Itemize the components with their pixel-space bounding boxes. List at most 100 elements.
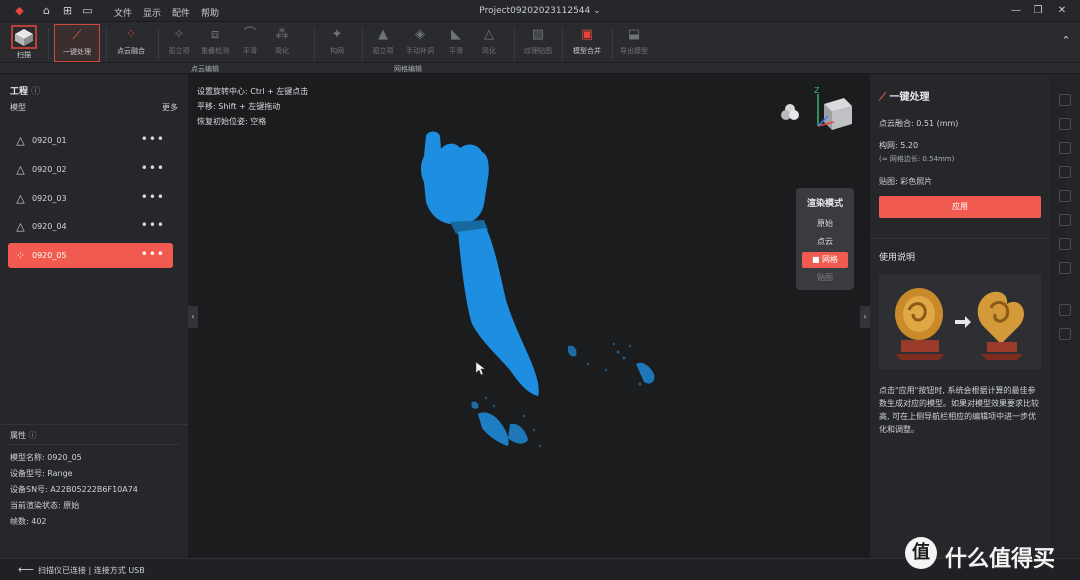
magic-wand-icon: ⟋ bbox=[72, 28, 82, 43]
rail-tool-icon[interactable] bbox=[1059, 238, 1071, 250]
title-bar: ◆ ⌂ ⊞ ▭ 文件 显示 配件 帮助 Project0920202311254… bbox=[0, 0, 1080, 22]
collapse-toolbar-icon[interactable]: ⌃ bbox=[1058, 34, 1074, 50]
maximize-button[interactable]: ❐ bbox=[1030, 4, 1046, 18]
texture-param: 贴图: 彩色照片 bbox=[879, 177, 933, 186]
overlap-detect-button[interactable]: ⧈ 重叠检测 bbox=[198, 24, 232, 62]
render-option-mesh[interactable]: ■ 网格 bbox=[802, 252, 848, 268]
mesh-outlier-button[interactable]: ▲ 孤立项 bbox=[368, 24, 398, 62]
one-click-button[interactable]: ⟋ 一键处理 bbox=[54, 24, 100, 62]
export-label: 导出模型 bbox=[620, 47, 648, 55]
mesh-simplify-label: 简化 bbox=[482, 47, 496, 55]
info-icon[interactable]: ⓘ bbox=[31, 87, 40, 97]
more-options-icon[interactable]: ••• bbox=[141, 218, 165, 232]
panel-title-text: 一键处理 bbox=[889, 92, 930, 103]
mesh-smooth-button[interactable]: ◣ 平滑 bbox=[442, 24, 470, 62]
one-click-panel: ⟋ 一键处理 点云融合: 0.51 (mm) 构网: 5.20 (≈ 网格边长:… bbox=[870, 74, 1050, 558]
simplify-icon: ⁂ bbox=[275, 27, 289, 42]
more-options-icon[interactable]: ••• bbox=[141, 132, 165, 146]
rail-tool-icon[interactable] bbox=[1059, 142, 1071, 154]
collapse-right-panel-button[interactable]: › bbox=[860, 306, 870, 328]
mesh-smooth-label: 平滑 bbox=[449, 47, 463, 55]
rail-tool-icon[interactable] bbox=[1059, 94, 1071, 106]
minimize-button[interactable]: — bbox=[1008, 4, 1024, 18]
mesh-model-icon: △ bbox=[16, 192, 25, 205]
divider bbox=[314, 28, 315, 60]
model-item[interactable]: △ 0920_02 ••• bbox=[8, 157, 173, 182]
rail-tool-icon[interactable] bbox=[1059, 118, 1071, 130]
render-option-mesh-label: 网格 bbox=[822, 255, 839, 264]
magic-wand-icon: ⟋ bbox=[879, 92, 886, 103]
texture-button[interactable]: ▨ 纹理贴图 bbox=[520, 24, 556, 62]
3d-viewport[interactable]: 设置旋转中心: Ctrl + 左键点击 平移: Shift + 左键拖动 恢复初… bbox=[188, 74, 870, 558]
more-link[interactable]: 更多 bbox=[162, 102, 178, 113]
smooth-icon: ⌒ bbox=[243, 27, 257, 42]
close-button[interactable]: ✕ bbox=[1054, 4, 1070, 18]
rail-tool-icon[interactable] bbox=[1059, 166, 1071, 178]
toolbar-divider bbox=[0, 62, 1080, 63]
point-fuse-button[interactable]: ⁘ 点云融合 bbox=[112, 24, 150, 62]
divider bbox=[362, 28, 363, 60]
prop-frame-count: 帧数: 402 bbox=[10, 517, 47, 526]
manual-fill-label: 手动补洞 bbox=[406, 47, 434, 55]
divider bbox=[562, 28, 563, 60]
bullet-icon: ■ bbox=[811, 255, 820, 264]
project-title: 工程 ⓘ bbox=[10, 84, 40, 97]
merge-icon: ▣ bbox=[580, 27, 594, 42]
divider bbox=[514, 28, 515, 60]
render-balls-icon[interactable] bbox=[780, 102, 800, 122]
project-name-dropdown[interactable]: Project09202023112544 ⌄ bbox=[0, 6, 1080, 16]
rail-tool-icon[interactable] bbox=[1059, 262, 1071, 274]
texture-icon: ▨ bbox=[531, 27, 545, 42]
model-item[interactable]: △ 0920_01 ••• bbox=[8, 128, 173, 153]
manual-fill-button[interactable]: ◈ 手动补洞 bbox=[402, 24, 438, 62]
watermark-text: 什么值得买 bbox=[945, 547, 1056, 572]
overlap-label: 重叠检测 bbox=[201, 47, 229, 55]
rail-tool-icon[interactable] bbox=[1059, 190, 1071, 202]
model-item-selected[interactable]: ⁘ 0920_05 ••• bbox=[8, 243, 173, 268]
scan-button[interactable]: 扫描 bbox=[6, 24, 42, 62]
back-arrow-icon[interactable]: ⟵ bbox=[18, 563, 34, 576]
more-options-icon[interactable]: ••• bbox=[141, 161, 165, 175]
smooth-button[interactable]: ⌒ 平滑 bbox=[236, 24, 264, 62]
divider bbox=[158, 28, 159, 60]
render-option-original[interactable]: 原始 bbox=[802, 216, 848, 232]
export-button[interactable]: ⬓ 导出模型 bbox=[616, 24, 652, 62]
divider bbox=[870, 238, 1050, 239]
apply-button[interactable]: 应用 bbox=[879, 196, 1041, 218]
divider bbox=[48, 28, 49, 60]
watermark: 值 什么值得买 bbox=[905, 533, 1080, 573]
info-icon[interactable]: ⓘ bbox=[29, 431, 37, 440]
mesh-simplify-icon: △ bbox=[484, 27, 494, 42]
model-item[interactable]: △ 0920_04 ••• bbox=[8, 214, 173, 239]
model-name: 0920_02 bbox=[32, 165, 67, 174]
scan-label: 扫描 bbox=[17, 51, 31, 59]
simplify-button[interactable]: ⁂ 简化 bbox=[268, 24, 296, 62]
mesh-button[interactable]: ✦ 构网 bbox=[322, 24, 352, 62]
connection-status: 扫描仪已连接 | 连接方式 USB bbox=[38, 566, 145, 575]
divider bbox=[612, 28, 613, 60]
rail-tool-icon[interactable] bbox=[1059, 214, 1071, 226]
merge-label: 模型合并 bbox=[573, 47, 601, 55]
render-option-texture[interactable]: 贴图 bbox=[802, 270, 848, 286]
redo-icon[interactable] bbox=[1059, 328, 1071, 340]
undo-icon[interactable] bbox=[1059, 304, 1071, 316]
more-options-icon[interactable]: ••• bbox=[141, 247, 165, 261]
merge-button[interactable]: ▣ 模型合并 bbox=[568, 24, 606, 62]
model-item[interactable]: △ 0920_03 ••• bbox=[8, 186, 173, 211]
outlier-label: 孤立项 bbox=[168, 47, 190, 55]
texture-label: 纹理贴图 bbox=[524, 47, 552, 55]
collapse-left-panel-button[interactable]: ‹ bbox=[188, 306, 198, 328]
model-name: 0920_04 bbox=[32, 222, 67, 231]
view-cube[interactable]: Z bbox=[808, 86, 858, 132]
one-click-label: 一键处理 bbox=[63, 48, 91, 56]
render-mode-title: 渲染模式 bbox=[806, 199, 843, 209]
divider bbox=[0, 424, 188, 425]
render-option-point-cloud[interactable]: 点云 bbox=[802, 234, 848, 250]
more-options-icon[interactable]: ••• bbox=[141, 190, 165, 204]
project-title-text: 工程 bbox=[10, 87, 29, 97]
scanned-arm-model bbox=[421, 131, 655, 448]
outlier-button[interactable]: ✧ 孤立项 bbox=[164, 24, 194, 62]
mesh-simplify-button[interactable]: △ 简化 bbox=[474, 24, 504, 62]
mesh-icon: ✦ bbox=[331, 27, 343, 42]
divider bbox=[106, 28, 107, 60]
